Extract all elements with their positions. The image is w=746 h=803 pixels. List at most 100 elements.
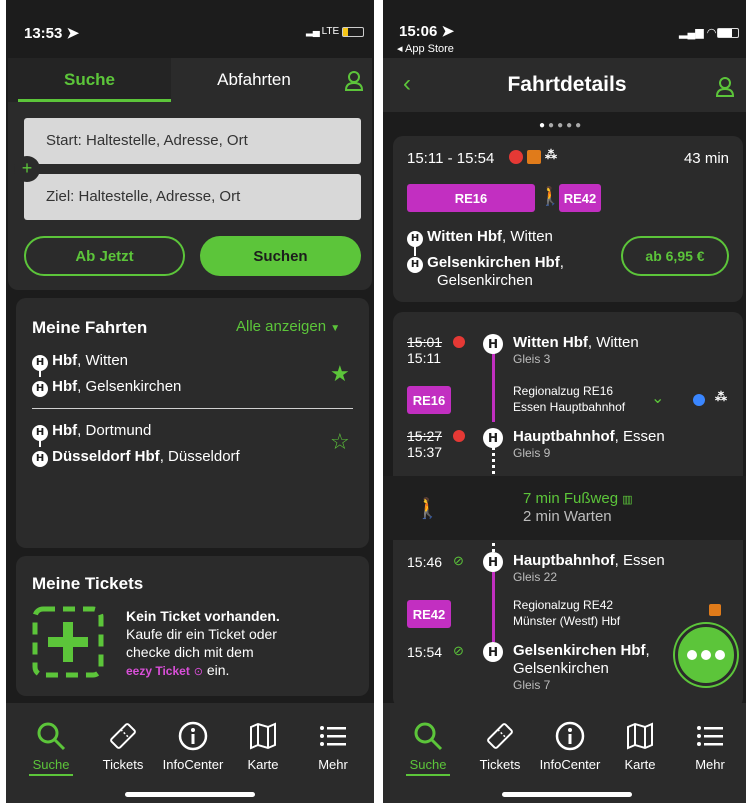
no-ticket-title: Kein Ticket vorhanden. xyxy=(126,608,280,624)
battery-icon xyxy=(717,28,739,38)
ticket-icon xyxy=(110,723,136,749)
crowd-icon: ⁂ xyxy=(715,390,727,404)
destination-input[interactable]: Ziel: Haltestelle, Adresse, Ort xyxy=(24,174,361,220)
search-icon xyxy=(37,722,66,751)
menu-icon xyxy=(697,726,723,746)
search-button[interactable]: Suchen xyxy=(200,236,361,276)
stop-name[interactable]: Witten Hbf, Witten xyxy=(513,334,639,351)
warning-icon xyxy=(709,604,721,616)
line-badge: RE16 xyxy=(407,386,451,414)
delay-icon xyxy=(509,150,523,164)
info-icon xyxy=(178,721,208,751)
trip-time-range: 15:11 - 15:54 xyxy=(407,150,495,167)
tab-infocenter[interactable]: InfoCenter xyxy=(158,721,228,772)
price-button[interactable]: ab 6,95 € xyxy=(621,236,729,276)
star-filled-icon[interactable]: ★ xyxy=(330,362,350,387)
my-trips-card: Meine Fahrten Alle anzeigen ▼ H Hbf, Wit… xyxy=(16,298,369,548)
profile-icon[interactable] xyxy=(344,70,364,97)
leg-direction: Münster (Westf) Hbf xyxy=(513,614,621,628)
ticket-icon xyxy=(487,723,513,749)
destination-city: Gelsenkirchen xyxy=(437,272,533,289)
ticket-hint-line1: Kaufe dir ein Ticket oder xyxy=(126,626,277,642)
eezy-ticket-link[interactable]: eezy Ticket xyxy=(126,664,190,678)
walk-icon: 🚶 xyxy=(415,496,440,520)
back-to-app-link[interactable]: ◂ App Store xyxy=(397,42,454,55)
platform: Gleis 22 xyxy=(513,570,558,584)
stop-name[interactable]: Gelsenkirchen Hbf, xyxy=(513,642,650,659)
platform: Gleis 7 xyxy=(513,678,551,692)
tab-karte[interactable]: Karte xyxy=(605,721,675,772)
tab-suche[interactable]: Suche xyxy=(16,721,86,776)
add-ticket-icon[interactable] xyxy=(32,606,104,683)
tab-karte[interactable]: Karte xyxy=(228,721,298,772)
tab-search[interactable]: Suche xyxy=(8,58,171,102)
search-icon xyxy=(414,722,443,751)
expand-chevron-icon[interactable]: ⌄ xyxy=(651,388,664,408)
platform: Gleis 3 xyxy=(513,352,551,366)
more-actions-button[interactable] xyxy=(675,624,737,686)
stop-time: 15:54 xyxy=(407,644,443,660)
map-icon xyxy=(627,722,653,750)
line-badge: RE42 xyxy=(559,184,601,212)
now-button[interactable]: Ab Jetzt xyxy=(24,236,185,276)
stop-icon: H xyxy=(32,380,48,397)
stop-icon: H xyxy=(483,552,503,572)
ticket-hint-line3: eezy Ticket ⊙ ein. xyxy=(126,662,230,678)
info-icon xyxy=(555,721,585,751)
on-time-icon: ⊘ xyxy=(453,553,464,568)
ticket-hint-line2: checke dich mit dem xyxy=(126,644,254,660)
leg-direction: Essen Hauptbahnhof xyxy=(513,400,626,414)
map-icon xyxy=(250,722,276,750)
page-dots: ●●●●● xyxy=(539,120,585,131)
home-indicator xyxy=(125,792,255,797)
my-tickets-card: Meine Tickets Kein Ticket vorhanden. Kau… xyxy=(16,556,369,696)
home-indicator xyxy=(502,792,632,797)
info-icon[interactable] xyxy=(693,394,705,406)
platform: Gleis 9 xyxy=(513,446,551,460)
tab-tickets[interactable]: Tickets xyxy=(88,721,158,772)
tab-tickets[interactable]: Tickets xyxy=(465,721,535,772)
destination-stop: H Gelsenkirchen Hbf, xyxy=(407,254,564,273)
tab-bar: Suche Tickets InfoCenter Karte Mehr xyxy=(383,703,746,803)
stop-icon: H xyxy=(483,642,503,662)
trip-summary-card: 15:11 - 15:54 ⁂ 43 min RE16 🚶 RE42 H Wit… xyxy=(393,136,743,302)
tab-departures[interactable]: Abfahrten xyxy=(172,58,336,102)
show-all-link[interactable]: Alle anzeigen ▼ xyxy=(236,318,340,335)
delay-icon xyxy=(453,430,465,442)
line-badge: RE16 xyxy=(407,184,535,212)
star-outline-icon[interactable]: ☆ xyxy=(330,430,350,455)
page-title: Fahrtdetails xyxy=(507,73,627,96)
crowd-icon: ⁂ xyxy=(545,148,557,162)
warning-icon xyxy=(527,150,541,164)
divider xyxy=(32,408,353,409)
search-screen: 13:53 ➤ ▂▄ LTE Suche Abfahrten Start: Ha… xyxy=(6,0,374,803)
on-time-icon: ⊘ xyxy=(453,643,464,658)
tab-infocenter[interactable]: InfoCenter xyxy=(535,721,605,772)
tab-suche[interactable]: Suche xyxy=(393,721,463,776)
trip-item[interactable]: H Hbf, Witten H Hbf, Gelsenkirchen ★ xyxy=(32,352,352,402)
my-tickets-title: Meine Tickets xyxy=(32,574,144,593)
stop-icon: H xyxy=(483,428,503,448)
trip-duration: 43 min xyxy=(683,150,729,167)
delay-icon xyxy=(453,336,465,348)
menu-icon xyxy=(320,726,346,746)
profile-icon[interactable] xyxy=(715,76,735,103)
walk-duration[interactable]: 7 min Fußweg ▥ xyxy=(523,490,633,507)
stop-time: 15:01 15:11 xyxy=(407,334,443,366)
stop-time: 15:46 xyxy=(407,554,443,570)
tab-mehr[interactable]: Mehr xyxy=(675,721,745,772)
battery-icon xyxy=(342,27,364,37)
stop-name[interactable]: Hauptbahnhof, Essen xyxy=(513,552,665,569)
my-trips-title: Meine Fahrten xyxy=(32,318,148,337)
tab-mehr[interactable]: Mehr xyxy=(298,721,368,772)
tab-bar: Suche Tickets InfoCenter Karte Mehr xyxy=(6,703,374,803)
leg-train-name: Regionalzug RE42 xyxy=(513,598,614,612)
stop-time: 15:27 15:37 xyxy=(407,428,443,460)
start-input[interactable]: Start: Haltestelle, Adresse, Ort xyxy=(24,118,361,164)
trip-item[interactable]: H Hbf, Dortmund H Düsseldorf Hbf, Düssel… xyxy=(32,422,352,472)
wait-duration: 2 min Warten xyxy=(523,508,612,525)
stop-city: Gelsenkirchen xyxy=(513,660,609,677)
add-via-icon[interactable]: + xyxy=(14,156,40,182)
stop-icon: H xyxy=(483,334,503,354)
stop-name[interactable]: Hauptbahnhof, Essen xyxy=(513,428,665,445)
